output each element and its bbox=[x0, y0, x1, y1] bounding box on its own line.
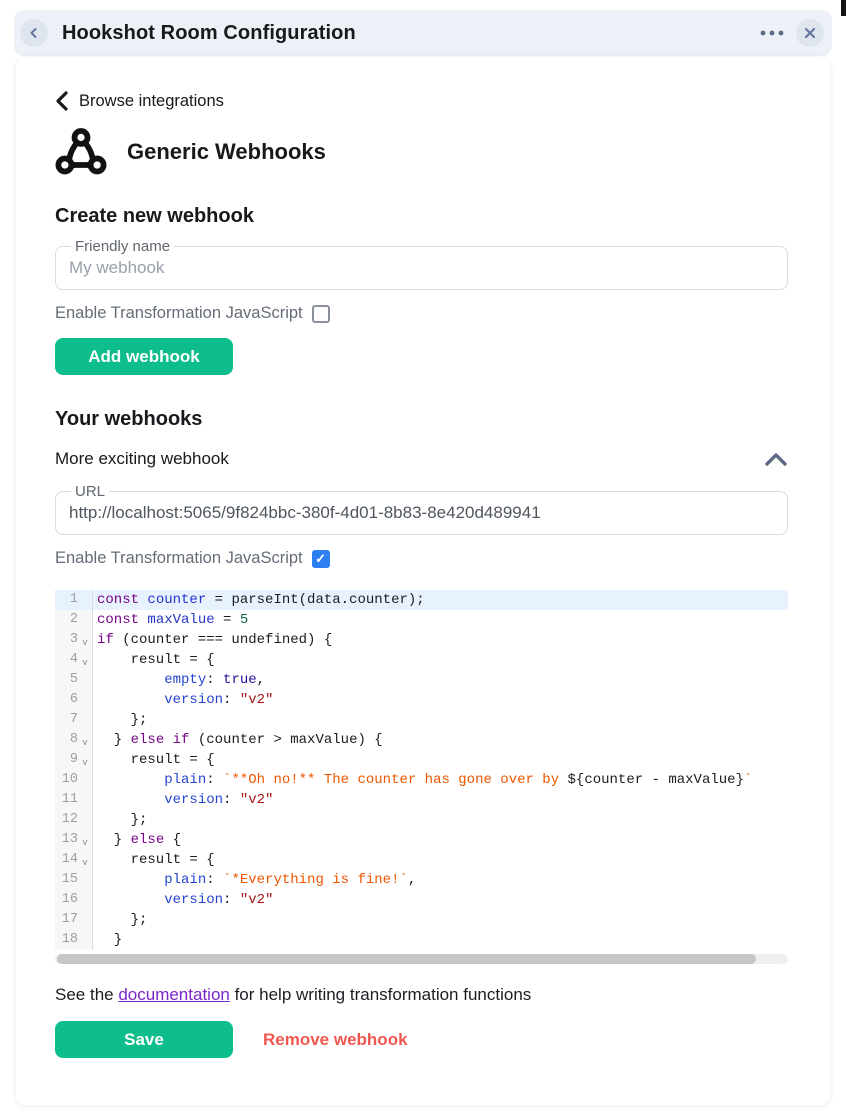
code-line[interactable]: 17 }; bbox=[55, 910, 788, 930]
help-suffix: for help writing transformation function… bbox=[230, 985, 531, 1004]
fold-marker-icon[interactable] bbox=[78, 938, 92, 943]
line-number-gutter: 18 bbox=[55, 930, 93, 950]
code-line[interactable]: 15 plain: `*Everything is fine!`, bbox=[55, 870, 788, 890]
integration-title: Generic Webhooks bbox=[127, 139, 326, 165]
line-number-gutter: 14v bbox=[55, 850, 93, 870]
line-number-gutter: 9v bbox=[55, 750, 93, 770]
code-line[interactable]: 14v result = { bbox=[55, 850, 788, 870]
fold-marker-icon[interactable]: v bbox=[78, 748, 92, 773]
line-number-gutter: 4v bbox=[55, 650, 93, 670]
integration-header: Generic Webhooks bbox=[55, 125, 788, 179]
url-field[interactable]: URL http://localhost:5065/9f824bbc-380f-… bbox=[55, 483, 788, 535]
webhook-transform-row: Enable Transformation JavaScript ✓ bbox=[55, 549, 788, 568]
fold-marker-icon[interactable] bbox=[78, 818, 92, 823]
line-number-gutter: 11 bbox=[55, 790, 93, 810]
code-line[interactable]: 16 version: "v2" bbox=[55, 890, 788, 910]
webhook-name: More exciting webhook bbox=[55, 449, 229, 469]
code-line[interactable]: 8v } else if (counter > maxValue) { bbox=[55, 730, 788, 750]
save-button[interactable]: Save bbox=[55, 1021, 233, 1058]
code-line[interactable]: 11 version: "v2" bbox=[55, 790, 788, 810]
back-button[interactable] bbox=[20, 19, 48, 47]
modal-title: Hookshot Room Configuration bbox=[62, 22, 356, 45]
fold-marker-icon[interactable] bbox=[78, 598, 92, 603]
overflow-menu-button[interactable] bbox=[760, 30, 784, 36]
transform-checkbox[interactable] bbox=[312, 305, 330, 323]
action-buttons: Save Remove webhook bbox=[55, 1021, 788, 1058]
fold-marker-icon[interactable] bbox=[78, 678, 92, 683]
code-line[interactable]: 6 version: "v2" bbox=[55, 690, 788, 710]
webhook-transform-label: Enable Transformation JavaScript bbox=[55, 549, 303, 568]
scrollbar-fragment bbox=[841, 0, 846, 16]
webhook-transform-checkbox[interactable]: ✓ bbox=[312, 550, 330, 568]
code-line[interactable]: 7 }; bbox=[55, 710, 788, 730]
code-line[interactable]: 12 }; bbox=[55, 810, 788, 830]
chevron-left-icon bbox=[27, 26, 41, 40]
webhook-expander[interactable]: More exciting webhook bbox=[55, 449, 788, 469]
friendly-name-label: Friendly name bbox=[71, 238, 174, 255]
code-editor[interactable]: 1const counter = parseInt(data.counter);… bbox=[55, 586, 788, 964]
content-card: Browse integrations Generic Webhooks Cre… bbox=[16, 57, 830, 1105]
line-number-gutter: 17 bbox=[55, 910, 93, 930]
chevron-up-icon[interactable] bbox=[764, 452, 788, 467]
chevron-left-icon bbox=[55, 91, 68, 111]
code-line[interactable]: 3vif (counter === undefined) { bbox=[55, 630, 788, 650]
scrollbar-thumb[interactable] bbox=[57, 954, 756, 964]
documentation-link[interactable]: documentation bbox=[118, 985, 230, 1004]
url-value: http://localhost:5065/9f824bbc-380f-4d01… bbox=[69, 503, 774, 523]
code-line[interactable]: 4v result = { bbox=[55, 650, 788, 670]
code-line[interactable]: 9v result = { bbox=[55, 750, 788, 770]
code-line[interactable]: 10 plain: `**Oh no!** The counter has go… bbox=[55, 770, 788, 790]
help-text: See the documentation for help writing t… bbox=[55, 985, 788, 1005]
fold-marker-icon[interactable] bbox=[78, 878, 92, 883]
editor-horizontal-scrollbar[interactable] bbox=[55, 954, 788, 964]
fold-marker-icon[interactable]: v bbox=[78, 648, 92, 673]
fold-marker-icon[interactable] bbox=[78, 618, 92, 623]
create-webhook-heading: Create new webhook bbox=[55, 205, 788, 228]
modal-header: Hookshot Room Configuration bbox=[14, 10, 832, 56]
fold-marker-icon[interactable] bbox=[78, 898, 92, 903]
url-label: URL bbox=[71, 483, 109, 500]
fold-marker-icon[interactable] bbox=[78, 718, 92, 723]
code-lines[interactable]: 1const counter = parseInt(data.counter);… bbox=[55, 586, 788, 950]
code-line[interactable]: 13v } else { bbox=[55, 830, 788, 850]
line-number-gutter: 1 bbox=[55, 590, 93, 610]
fold-marker-icon[interactable]: v bbox=[78, 848, 92, 873]
fold-marker-icon[interactable] bbox=[78, 918, 92, 923]
add-webhook-button[interactable]: Add webhook bbox=[55, 338, 233, 375]
friendly-name-placeholder: My webhook bbox=[69, 258, 774, 278]
transform-row: Enable Transformation JavaScript bbox=[55, 304, 788, 323]
friendly-name-field[interactable]: Friendly name My webhook bbox=[55, 238, 788, 290]
remove-webhook-button[interactable]: Remove webhook bbox=[263, 1030, 408, 1050]
help-prefix: See the bbox=[55, 985, 118, 1004]
overflow-dots-icon bbox=[760, 30, 784, 36]
your-webhooks-heading: Your webhooks bbox=[55, 408, 788, 431]
close-button[interactable] bbox=[796, 19, 824, 47]
browse-integrations-link[interactable]: Browse integrations bbox=[55, 91, 224, 111]
line-number-gutter: 6 bbox=[55, 690, 93, 710]
webhook-icon bbox=[55, 125, 107, 179]
code-line[interactable]: 18 } bbox=[55, 930, 788, 950]
browse-integrations-label: Browse integrations bbox=[79, 92, 224, 111]
fold-marker-icon[interactable] bbox=[78, 778, 92, 783]
close-icon bbox=[804, 27, 816, 39]
code-line[interactable]: 1const counter = parseInt(data.counter); bbox=[55, 590, 788, 610]
line-number-gutter: 15 bbox=[55, 870, 93, 890]
fold-marker-icon[interactable] bbox=[78, 798, 92, 803]
line-number-gutter: 5 bbox=[55, 670, 93, 690]
code-line[interactable]: 5 empty: true, bbox=[55, 670, 788, 690]
code-line[interactable]: 2const maxValue = 5 bbox=[55, 610, 788, 630]
line-number-gutter: 10 bbox=[55, 770, 93, 790]
fold-marker-icon[interactable] bbox=[78, 698, 92, 703]
line-number-gutter: 16 bbox=[55, 890, 93, 910]
transform-label: Enable Transformation JavaScript bbox=[55, 304, 303, 323]
